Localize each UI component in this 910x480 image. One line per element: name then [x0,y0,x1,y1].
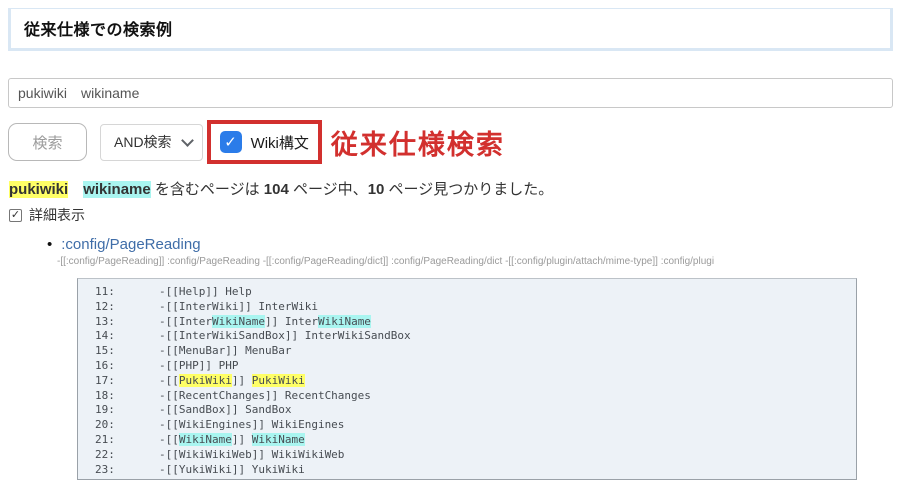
text-segment: -[[WikiWikiWeb]] WikiWikiWeb [159,448,344,461]
line-number: 13: [78,315,159,330]
text-segment: -[[WikiEngines]] WikiEngines [159,418,344,431]
text-segment: WikiName [252,433,305,446]
text-segment: -[[InterWikiSandBox]] InterWikiSandBox [159,329,411,342]
line-number: 11: [78,285,159,300]
search-button[interactable]: 検索 [8,123,87,161]
line-number: 12: [78,300,159,315]
text-segment: -[[InterWiki]] InterWiki [159,300,318,313]
text-segment: を含むページは [151,181,264,198]
text-segment: -[[MenuBar]] MenuBar [159,344,291,357]
result-excerpt: -[[:config/PageReading]] :config/PageRea… [57,256,895,267]
code-line: 14:-[[InterWikiSandBox]] InterWikiSandBo… [78,329,856,344]
line-number: 20: [78,418,159,433]
result-item-head: • :config/PageReading [47,236,910,253]
text-segment: WikiName [212,315,265,328]
code-line: 23:-[[YukiWiki]] YukiWiki [78,463,856,478]
text-segment: WikiName [318,315,371,328]
text-segment: -[[ [159,433,179,446]
line-number: 21: [78,433,159,448]
code-line: 20:-[[WikiEngines]] WikiEngines [78,418,856,433]
text-segment: -[[ [159,374,179,387]
line-number: 23: [78,463,159,478]
code-line: 21:-[[WikiName]] WikiName [78,433,856,448]
line-number: 22: [78,448,159,463]
annotation-highlight-box: ✓ Wiki構文 [207,120,322,164]
code-line: 18:-[[RecentChanges]] RecentChanges [78,389,856,404]
detail-view-row: ✓ 詳細表示 [9,205,910,225]
line-number: 16: [78,359,159,374]
result-list-item: • :config/PageReading -[[:config/PageRea… [47,236,910,267]
search-controls: 検索 AND検索 ✓ Wiki構文 従来仕様検索 [8,119,910,165]
search-mode-select[interactable]: AND検索 [100,124,203,161]
text-segment [68,181,83,198]
line-number: 18: [78,389,159,404]
code-line: 15:-[[MenuBar]] MenuBar [78,344,856,359]
text-segment: PukiWiki [252,374,305,387]
text-segment: ページ中、 [289,181,368,198]
text-segment: ]] Inter [265,315,318,328]
wiki-syntax-label: Wiki構文 [251,132,309,153]
code-line: 13:-[[InterWikiName]] InterWikiName [78,315,856,330]
text-segment: -[[PHP]] PHP [159,359,238,372]
code-line: 12:-[[InterWiki]] InterWiki [78,300,856,315]
code-line: 16:-[[PHP]] PHP [78,359,856,374]
bullet-icon: • [47,236,52,253]
text-segment: -[[YukiWiki]] YukiWiki [159,463,305,476]
detail-view-label: 詳細表示 [29,205,85,225]
text-segment: 10 [368,181,385,198]
line-number: 14: [78,329,159,344]
line-number: 17: [78,374,159,389]
chevron-down-icon [181,134,194,147]
line-number: 19: [78,403,159,418]
text-segment: ]] [232,374,252,387]
text-segment: -[[RecentChanges]] RecentChanges [159,389,371,402]
code-line: 11:-[[Help]] Help [78,285,856,300]
text-segment: WikiName [179,433,232,446]
text-segment: wikiname [83,181,151,198]
source-preview: 11:-[[Help]] Help12:-[[InterWiki]] Inter… [77,278,857,480]
text-segment: ]] [232,433,252,446]
search-result-summary: pukiwiki wikiname を含むページは 104 ページ中、10 ペー… [9,180,910,199]
text-segment: -[[Inter [159,315,212,328]
line-number: 15: [78,344,159,359]
search-input[interactable] [8,78,893,108]
result-page-link[interactable]: :config/PageReading [61,236,200,253]
page-title: 従来仕様での検索例 [8,8,893,51]
annotation-label: 従来仕様検索 [331,123,505,162]
text-segment: ページ見つかりました。 [384,181,553,198]
code-line: 22:-[[WikiWikiWeb]] WikiWikiWeb [78,448,856,463]
search-mode-value: AND検索 [114,132,172,152]
code-line: 17:-[[PukiWiki]] PukiWiki [78,374,856,389]
text-segment: -[[SandBox]] SandBox [159,403,291,416]
text-segment: pukiwiki [9,181,68,198]
text-segment: 104 [264,181,289,198]
text-segment: PukiWiki [179,374,232,387]
code-line: 19:-[[SandBox]] SandBox [78,403,856,418]
detail-view-checkbox[interactable]: ✓ [9,209,22,222]
text-segment: -[[Help]] Help [159,285,252,298]
page: 従来仕様での検索例 検索 AND検索 ✓ Wiki構文 従来仕様検索 pukiw… [0,0,910,480]
wiki-syntax-checkbox[interactable]: ✓ [220,131,242,153]
